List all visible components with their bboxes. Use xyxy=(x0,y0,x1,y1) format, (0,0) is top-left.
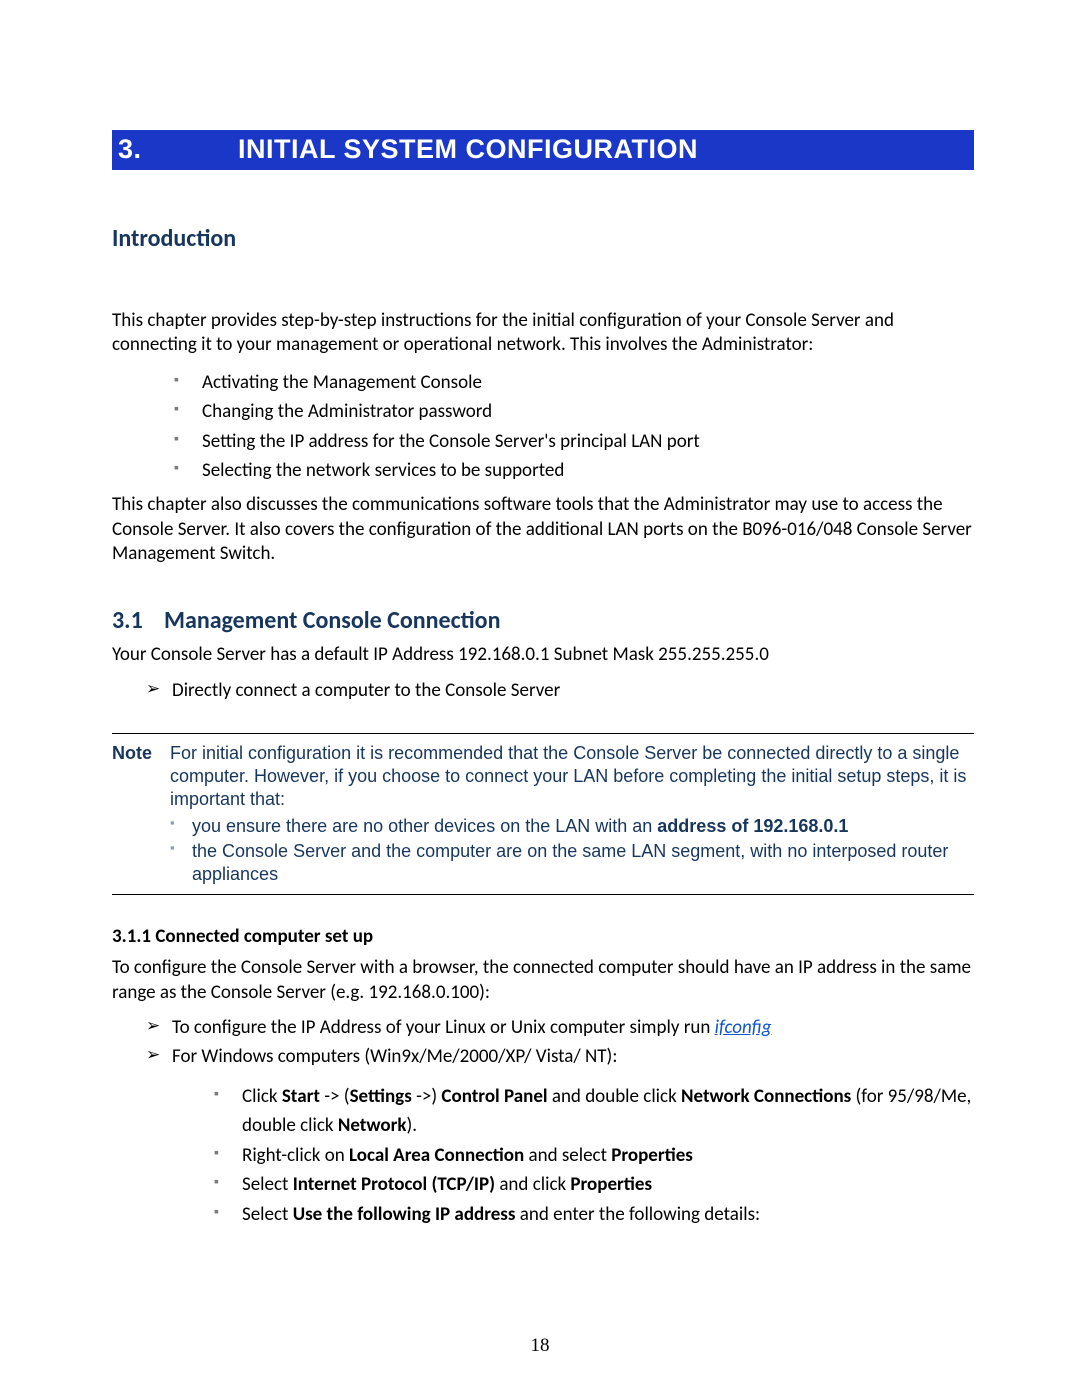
arrow-item-1-text: To configure the IP Address of your Linu… xyxy=(172,1016,715,1039)
list-item: Activating the Management Console xyxy=(112,368,974,397)
list-item: Select Use the following IP address and … xyxy=(112,1200,974,1229)
page-number: 18 xyxy=(0,1335,1080,1357)
list-item: Select Internet Protocol (TCP/IP) and cl… xyxy=(112,1170,974,1199)
note-box: Note For initial configuration it is rec… xyxy=(112,733,974,895)
section-title: Management Console Connection xyxy=(164,606,500,635)
note-bullet-1-bold: address of 192.168.0.1 xyxy=(657,816,848,836)
sec311-paragraph: To configure the Console Server with a b… xyxy=(112,956,974,1005)
list-item: Right-click on Local Area Connection and… xyxy=(112,1141,974,1170)
intro-paragraph-1: This chapter provides step-by-step instr… xyxy=(112,309,974,358)
list-item: Click Start -> (Settings ->) Control Pan… xyxy=(112,1082,974,1141)
sec311-arrow-list: To configure the IP Address of your Linu… xyxy=(112,1013,974,1072)
note-bullet-list: you ensure there are no other devices on… xyxy=(112,815,974,886)
intro-paragraph-2: This chapter also discusses the communic… xyxy=(112,493,974,566)
list-item: Directly connect a computer to the Conso… xyxy=(112,676,974,705)
note-text: For initial configuration it is recommen… xyxy=(170,742,974,811)
list-item: you ensure there are no other devices on… xyxy=(112,815,974,838)
chapter-title: INITIAL SYSTEM CONFIGURATION xyxy=(238,134,698,165)
list-item: For Windows computers (Win9x/Me/2000/XP/… xyxy=(112,1042,974,1071)
list-item: Setting the IP address for the Console S… xyxy=(112,427,974,456)
document-page: 3. INITIAL SYSTEM CONFIGURATION Introduc… xyxy=(0,0,1080,1397)
section-heading-3-1: 3.1 Management Console Connection xyxy=(112,606,974,635)
ifconfig-link[interactable]: ifconfig xyxy=(715,1016,772,1039)
list-item: To configure the IP Address of your Linu… xyxy=(112,1013,974,1042)
windows-steps-list: Click Start -> (Settings ->) Control Pan… xyxy=(112,1082,974,1229)
section-heading-introduction: Introduction xyxy=(112,224,974,253)
list-item: the Console Server and the computer are … xyxy=(112,840,974,886)
intro-bullet-list: Activating the Management Console Changi… xyxy=(112,368,974,486)
chapter-number: 3. xyxy=(118,134,238,165)
section-heading-3-1-1: 3.1.1 Connected computer set up xyxy=(112,925,974,948)
list-item: Changing the Administrator password xyxy=(112,397,974,426)
list-item: Selecting the network services to be sup… xyxy=(112,456,974,485)
note-label: Note xyxy=(112,742,170,811)
section-number: 3.1 xyxy=(112,606,164,635)
sec31-arrow-list: Directly connect a computer to the Conso… xyxy=(112,676,974,705)
sec31-paragraph: Your Console Server has a default IP Add… xyxy=(112,643,974,667)
chapter-heading-banner: 3. INITIAL SYSTEM CONFIGURATION xyxy=(112,130,974,170)
note-bullet-1-text: you ensure there are no other devices on… xyxy=(192,816,657,836)
